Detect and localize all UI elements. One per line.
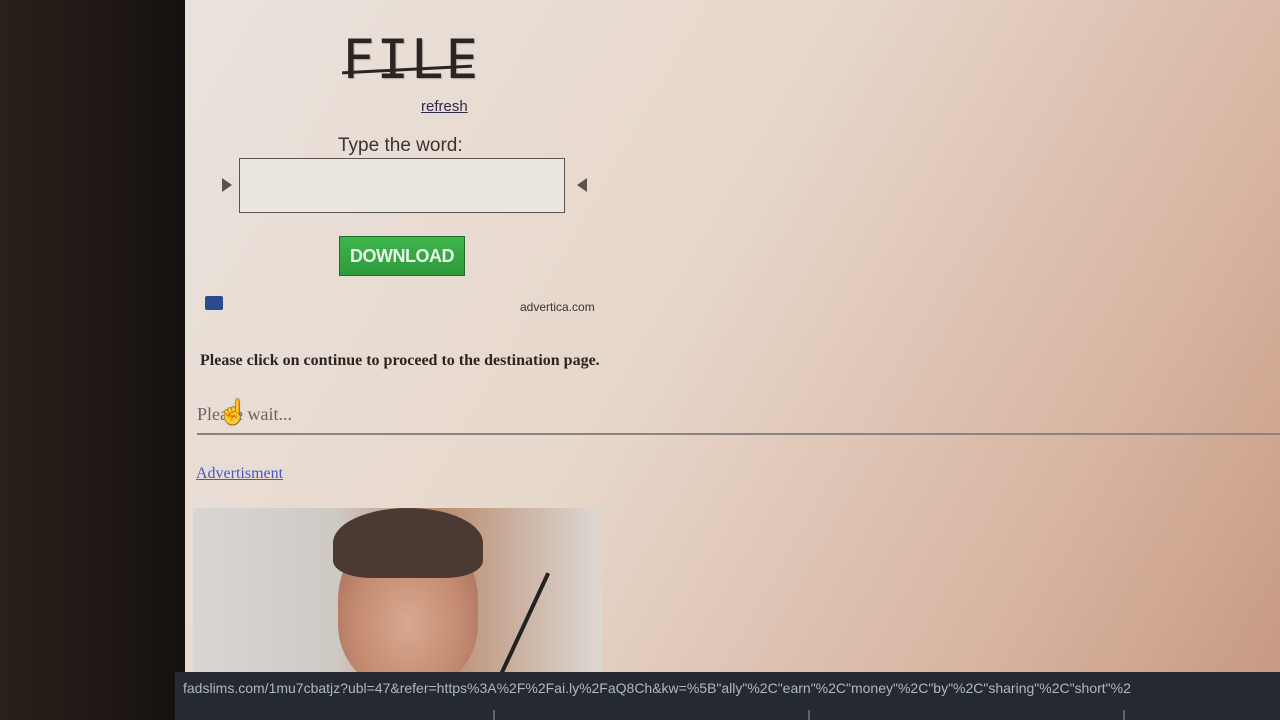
instruction-text: Please click on continue to proceed to t… xyxy=(200,352,600,369)
ad-microphone xyxy=(499,572,551,672)
captcha-refresh-link[interactable]: refresh xyxy=(421,98,468,115)
arrow-right-icon xyxy=(222,178,232,192)
captcha-prompt-label: Type the word: xyxy=(338,135,463,156)
arrow-left-icon xyxy=(577,178,587,192)
browser-viewport: FILE refresh Type the word: DOWNLOAD adv… xyxy=(185,0,1280,672)
taskbar-separator xyxy=(493,710,495,720)
advertisement-link[interactable]: Advertisment xyxy=(196,465,283,483)
download-button[interactable]: DOWNLOAD xyxy=(339,236,465,276)
taskbar-separator xyxy=(1123,710,1125,720)
ad-person-hair xyxy=(333,508,483,578)
browser-status-bar: fadslims.com/1mu7cbatjz?ubl=47&refer=htt… xyxy=(175,672,1280,720)
hand-pointer-icon: ☝ xyxy=(218,399,248,426)
ad-badge-icon[interactable] xyxy=(205,296,223,310)
ad-network-label: advertica.com xyxy=(520,300,595,314)
taskbar-edge xyxy=(175,710,1280,720)
captcha-input[interactable] xyxy=(239,158,565,213)
advertisement-image[interactable] xyxy=(193,508,601,672)
monitor-bezel xyxy=(0,0,200,720)
content-divider xyxy=(197,433,1280,435)
status-url-text: fadslims.com/1mu7cbatjz?ubl=47&refer=htt… xyxy=(183,680,1131,696)
captcha-image: FILE xyxy=(342,28,481,91)
taskbar-separator xyxy=(808,710,810,720)
